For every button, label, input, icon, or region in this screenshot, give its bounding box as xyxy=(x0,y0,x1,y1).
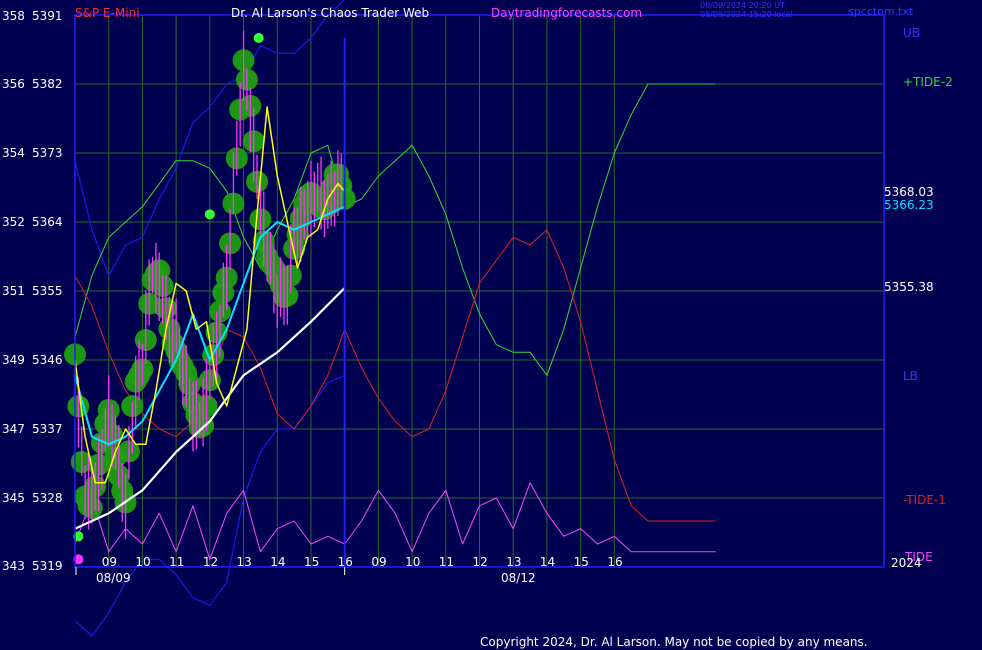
x-tick-label: 11 xyxy=(439,555,454,569)
lb-label: LB xyxy=(903,369,918,383)
x-tick-label: 10 xyxy=(405,555,420,569)
ub-label: UB xyxy=(903,26,920,40)
date-label-2: 08/12 xyxy=(501,571,536,585)
y-count-label: 356 xyxy=(2,77,25,91)
y-price-label: 5346 xyxy=(32,353,63,367)
year-label: 2024 xyxy=(891,556,922,570)
stamp-local: 08/09/2024 15:20 local xyxy=(700,10,793,19)
mid-ma-value: 5366.23 xyxy=(884,198,934,212)
x-tick-label: 14 xyxy=(270,555,285,569)
y-count-label: 349 xyxy=(2,353,25,367)
high-marker xyxy=(253,33,264,43)
y-price-label: 5328 xyxy=(32,491,63,505)
x-tick-label: 09 xyxy=(371,555,386,569)
copyright: Copyright 2024, Dr. Al Larson. May not b… xyxy=(480,635,868,649)
author-title: Dr. Al Larson's Chaos Trader Web xyxy=(231,6,429,20)
y-price-label: 5373 xyxy=(32,146,63,160)
file-name: spcctom.txt xyxy=(848,5,914,18)
y-count-label: 352 xyxy=(2,215,25,229)
x-tick-label: 13 xyxy=(506,555,521,569)
grid xyxy=(75,14,884,568)
tide-line xyxy=(74,482,716,560)
x-tick-label: 09 xyxy=(102,555,117,569)
y-price-label: 5319 xyxy=(32,559,63,573)
y-price-label: 5337 xyxy=(32,422,63,436)
chart-canvas: 358 5391 356 5382 354 5373 352 5364 351 5355 349 53… xyxy=(2,0,953,649)
y-count-label: 343 xyxy=(2,559,25,573)
x-tick-label: 16 xyxy=(607,555,622,569)
x-tick-label: 15 xyxy=(574,555,589,569)
x-tick-label: 11 xyxy=(169,555,184,569)
last-price-value: 5368.03 xyxy=(884,185,934,199)
y-count-label: 354 xyxy=(2,146,25,160)
y-count-label: 347 xyxy=(2,422,25,436)
x-tick-label: 13 xyxy=(237,555,252,569)
x-tick-label: 15 xyxy=(304,555,319,569)
site-link[interactable]: Daytradingforecasts.com xyxy=(491,6,642,20)
y-price-label: 5364 xyxy=(32,215,63,229)
y-count-label: 351 xyxy=(2,284,25,298)
y-count-label: 358 xyxy=(2,9,25,23)
tide2-label: +TIDE-2 xyxy=(903,75,953,89)
date-label-1: 08/09 xyxy=(96,571,131,585)
tide1-label: -TIDE-1 xyxy=(903,493,946,507)
high-marker xyxy=(204,209,215,220)
stamp-utc: 08/09/2024 20:20 UT xyxy=(700,1,785,10)
slow-ma-value: 5355.38 xyxy=(884,280,934,294)
y-price-label: 5355 xyxy=(32,284,63,298)
x-tick-label: 14 xyxy=(540,555,555,569)
y-price-label: 5391 xyxy=(32,9,63,23)
y-price-label: 5382 xyxy=(32,77,63,91)
y-count-label: 345 xyxy=(2,491,25,505)
x-tick-label: 12 xyxy=(473,555,488,569)
instrument-label: S&P E-Mini xyxy=(75,6,140,20)
x-tick-label: 12 xyxy=(203,555,218,569)
tide1-line xyxy=(74,229,716,522)
x-tick-label: 16 xyxy=(338,555,353,569)
x-tick-label: 10 xyxy=(135,555,150,569)
